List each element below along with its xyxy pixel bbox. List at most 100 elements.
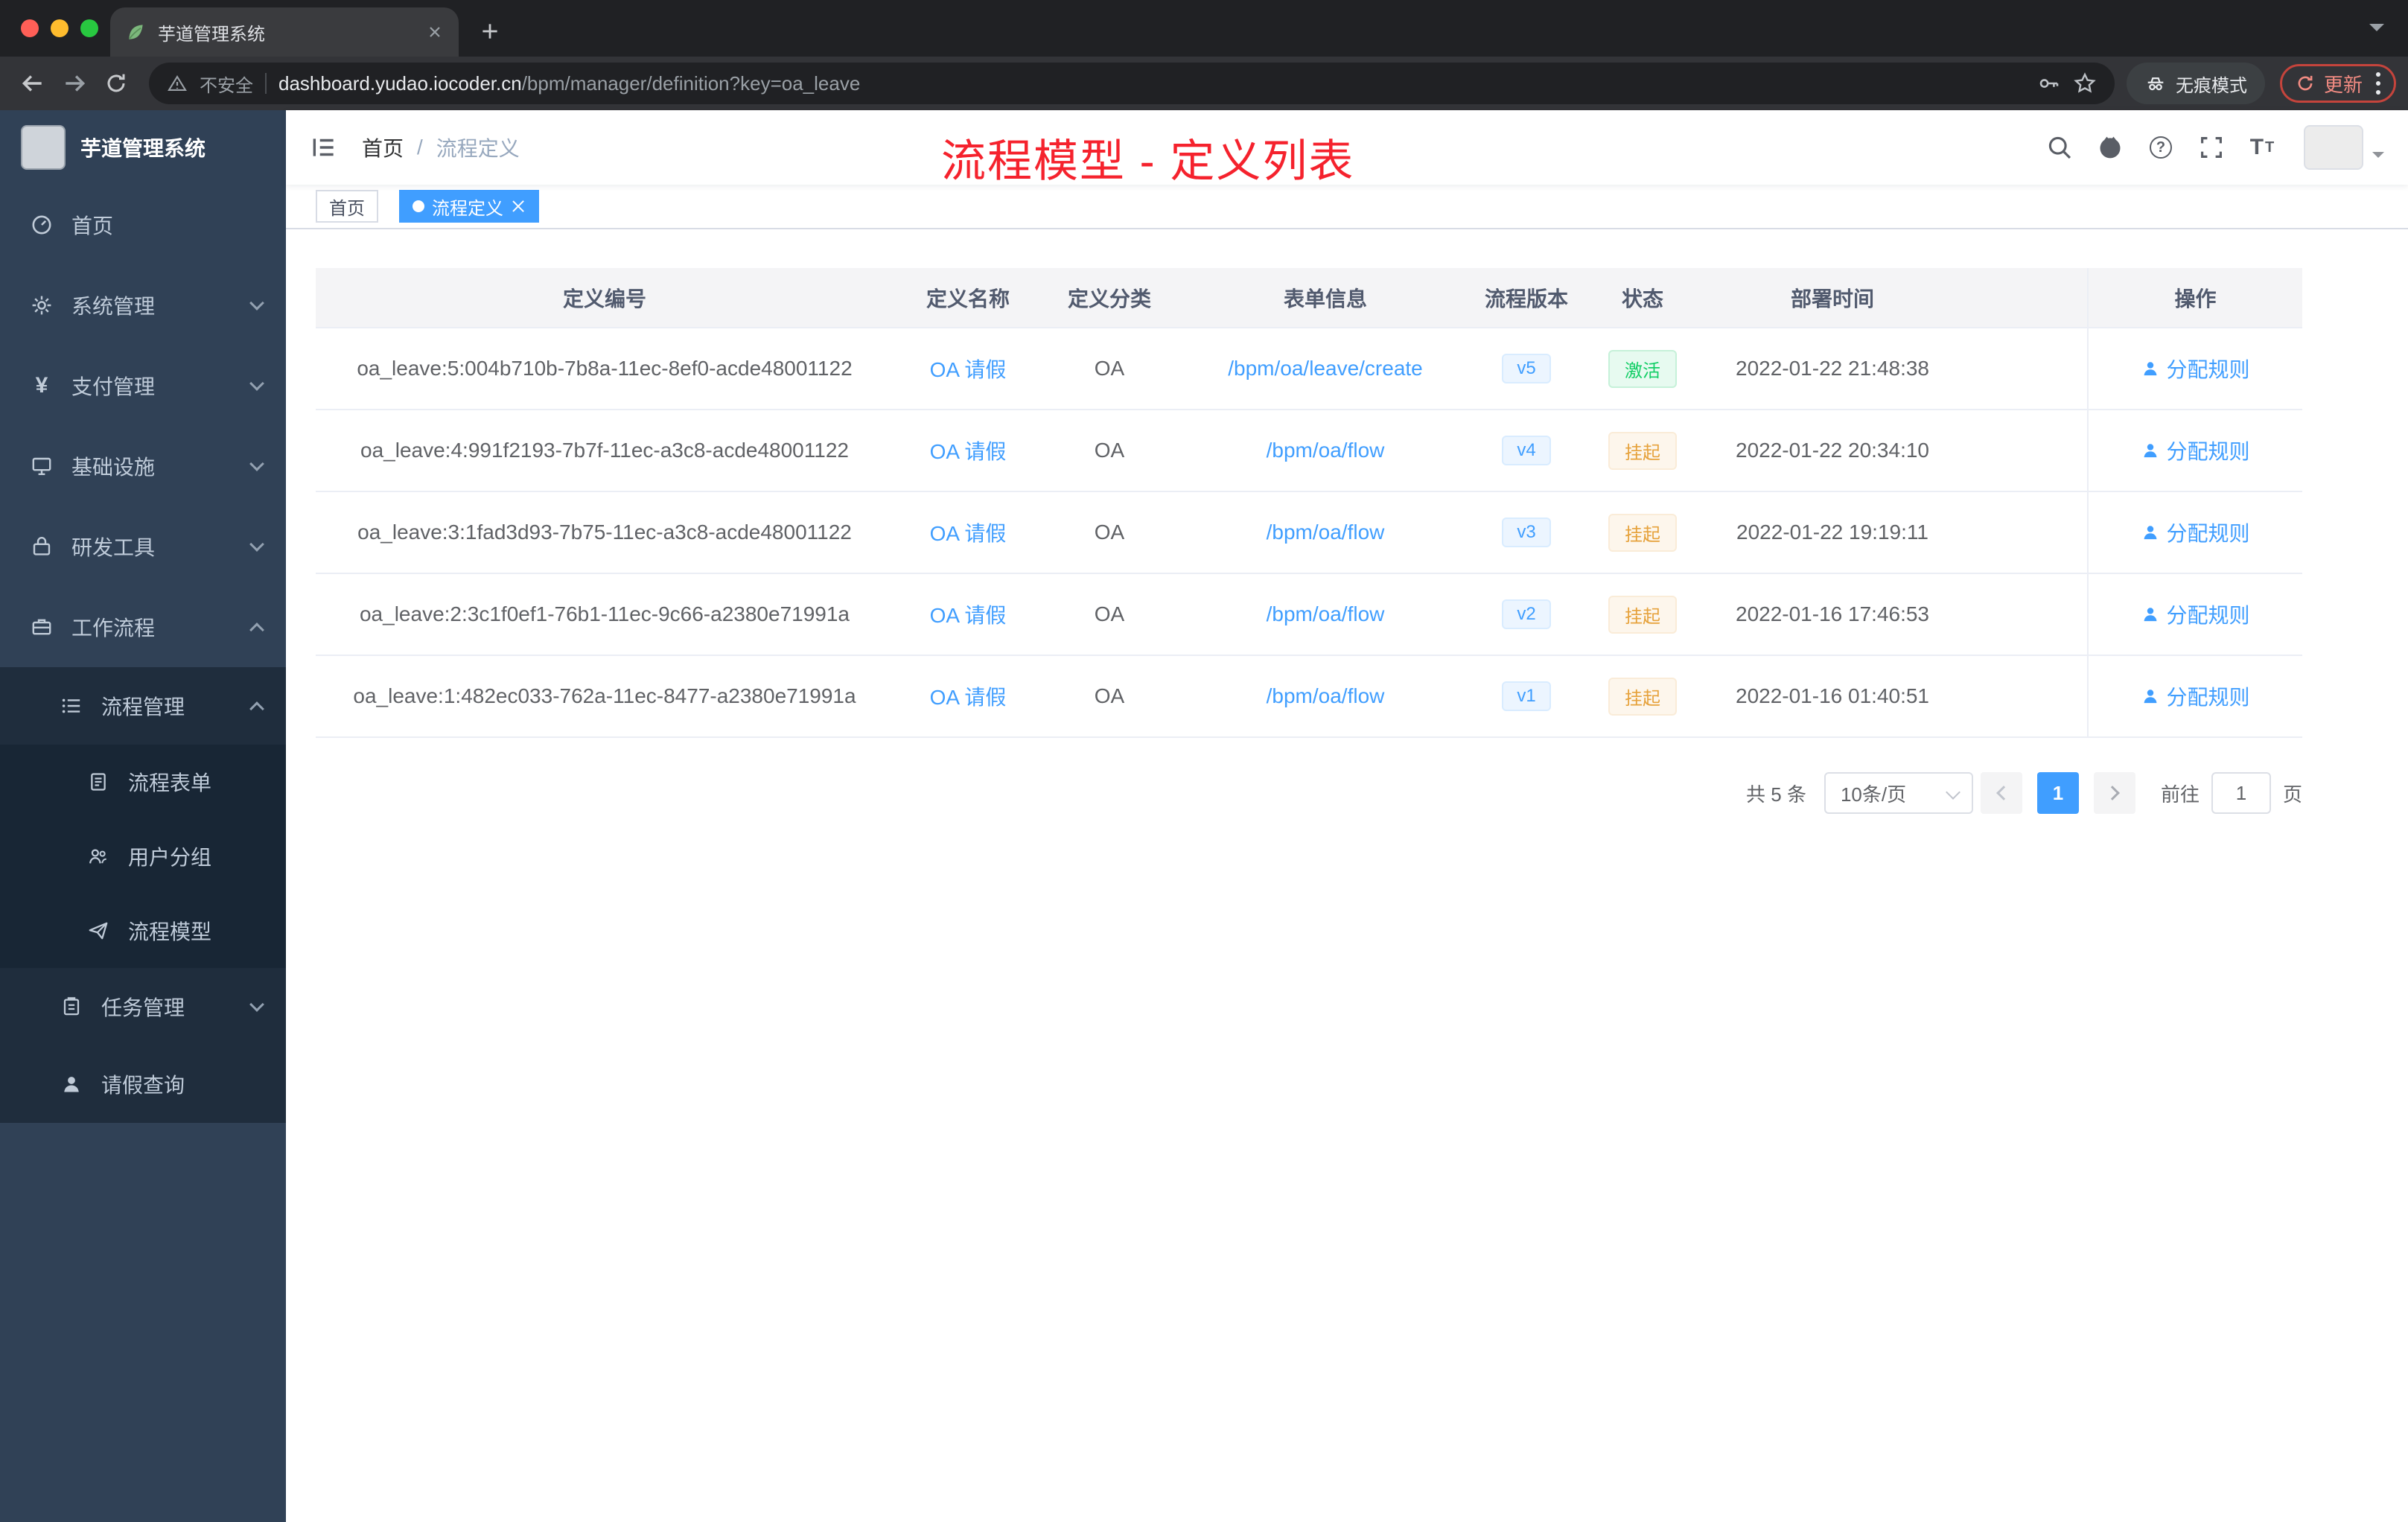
definition-name-link[interactable]: OA 请假	[930, 522, 1007, 545]
assign-rule-link[interactable]: 分配规则	[2141, 436, 2250, 465]
form-link[interactable]: /bpm/oa/flow	[1267, 684, 1385, 707]
version-badge: v5	[1502, 354, 1551, 383]
col-form: 表单信息	[1176, 268, 1474, 328]
table-row: oa_leave:4:991f2193-7b7f-11ec-a3c8-acde4…	[316, 410, 2302, 492]
sidebar-item-payment[interactable]: 支付管理	[0, 346, 286, 426]
chevron-up-icon	[249, 623, 264, 637]
maximize-window-button[interactable]	[80, 19, 98, 37]
sidebar-item-leave-query[interactable]: 请假查询	[0, 1045, 286, 1123]
sidebar-item-devtools[interactable]: 研发工具	[0, 506, 286, 587]
chevron-down-icon	[249, 537, 264, 552]
col-status: 状态	[1579, 268, 1707, 328]
assign-rule-link[interactable]: 分配规则	[2141, 518, 2250, 547]
col-id: 定义编号	[316, 268, 894, 328]
definition-name-link[interactable]: OA 请假	[930, 686, 1007, 709]
sidebar-item-infrastructure[interactable]: 基础设施	[0, 426, 286, 506]
sidebar: 芋道管理系统 首页 系统管理 支付管理 基础设施 研发工具 工作流	[0, 110, 286, 1522]
tab-close-icon[interactable]	[426, 23, 444, 41]
sidebar-item-process-form[interactable]: 流程表单	[0, 745, 286, 819]
sidebar-item-process-model[interactable]: 流程模型	[0, 894, 286, 968]
table-row: oa_leave:2:3c1f0ef1-76b1-11ec-9c66-a2380…	[316, 573, 2302, 656]
browser-tab[interactable]: 芋道管理系统	[110, 7, 459, 57]
fullscreen-icon[interactable]	[2191, 125, 2232, 170]
tag-home[interactable]: 首页	[316, 190, 378, 223]
github-icon[interactable]	[2089, 125, 2131, 170]
form-link[interactable]: /bpm/oa/flow	[1267, 520, 1385, 544]
assign-rule-link[interactable]: 分配规则	[2141, 599, 2250, 629]
incognito-label: 无痕模式	[2175, 75, 2247, 96]
cell-id: oa_leave:1:482ec033-762a-11ec-8477-a2380…	[316, 655, 894, 738]
minimize-window-button[interactable]	[51, 19, 69, 37]
update-refresh-icon	[2296, 74, 2315, 93]
workflow-submenu: 流程管理 流程表单 用户分组 流程模型 任务管理 请假查询	[0, 667, 286, 1123]
definition-name-link[interactable]: OA 请假	[930, 358, 1007, 381]
browser-menu-dots-icon[interactable]	[2376, 70, 2380, 97]
breadcrumb: 首页 / 流程定义	[362, 133, 520, 162]
reload-icon[interactable]	[95, 63, 137, 104]
password-key-icon[interactable]	[2037, 71, 2061, 95]
prev-page-button[interactable]	[1980, 772, 2022, 814]
bookmark-star-icon[interactable]	[2073, 71, 2097, 95]
dashboard-icon	[30, 213, 54, 237]
url-text[interactable]: dashboard.yudao.iocoder.cn/bpm/manager/d…	[278, 72, 860, 95]
list-icon	[60, 694, 83, 718]
next-page-button[interactable]	[2093, 772, 2135, 814]
assign-rule-link[interactable]: 分配规则	[2141, 354, 2250, 383]
sidebar-item-task-management[interactable]: 任务管理	[0, 968, 286, 1045]
yen-icon	[30, 374, 54, 398]
breadcrumb-home[interactable]: 首页	[362, 133, 404, 162]
goto-label: 前往	[2160, 783, 2200, 806]
sidebar-item-user-group[interactable]: 用户分组	[0, 819, 286, 894]
cell-id: oa_leave:2:3c1f0ef1-76b1-11ec-9c66-a2380…	[316, 573, 894, 656]
forward-icon[interactable]	[54, 63, 95, 104]
tag-process-definition[interactable]: 流程定义	[399, 190, 539, 223]
user-icon	[60, 1072, 83, 1096]
sidebar-item-system[interactable]: 系统管理	[0, 265, 286, 346]
browser-update-button[interactable]: 更新	[2279, 64, 2396, 103]
update-label: 更新	[2323, 73, 2363, 96]
tag-close-icon[interactable]	[511, 199, 526, 214]
font-size-icon[interactable]	[2241, 125, 2283, 170]
back-icon[interactable]	[12, 63, 54, 104]
collapse-sidebar-icon[interactable]	[310, 133, 338, 162]
chevron-down-icon	[249, 376, 264, 391]
sidebar-item-workflow[interactable]: 工作流程	[0, 587, 286, 667]
chevron-down-icon	[249, 997, 264, 1012]
sidebar-item-home[interactable]: 首页	[0, 185, 286, 265]
page-unit-label: 页	[2282, 783, 2302, 806]
version-badge: v4	[1502, 436, 1551, 465]
goto-page-input[interactable]	[2211, 772, 2271, 814]
status-badge: 挂起	[1608, 513, 1677, 552]
tab-search-chevron-icon[interactable]	[2369, 24, 2384, 39]
close-window-button[interactable]	[21, 19, 39, 37]
cell-time: 2022-01-16 17:46:53	[1707, 573, 1958, 656]
security-label[interactable]: 不安全	[200, 71, 253, 97]
table-row: oa_leave:3:1fad3d93-7b75-11ec-a3c8-acde4…	[316, 491, 2302, 574]
definition-name-link[interactable]: OA 请假	[930, 440, 1007, 463]
status-badge: 挂起	[1608, 677, 1677, 716]
window-controls	[21, 19, 98, 37]
browser-toolbar: 不安全 dashboard.yudao.iocoder.cn/bpm/manag…	[0, 57, 2408, 110]
search-icon[interactable]	[2039, 125, 2080, 170]
logo-image	[21, 125, 66, 170]
url-domain: dashboard.yudao.iocoder.cn	[278, 71, 522, 95]
address-bar[interactable]: 不安全 dashboard.yudao.iocoder.cn/bpm/manag…	[149, 63, 2115, 104]
form-link[interactable]: /bpm/oa/flow	[1267, 602, 1385, 625]
col-category: 定义分类	[1042, 268, 1176, 328]
app-header: 首页 / 流程定义	[286, 110, 2408, 185]
help-icon[interactable]	[2140, 125, 2182, 170]
form-link[interactable]: /bpm/oa/flow	[1267, 439, 1385, 462]
lock-icon	[30, 535, 54, 558]
sidebar-item-process-management[interactable]: 流程管理	[0, 667, 286, 745]
avatar[interactable]	[2304, 125, 2363, 170]
definition-name-link[interactable]: OA 请假	[930, 604, 1007, 627]
page-number-current[interactable]: 1	[2036, 772, 2079, 814]
tab-title: 芋道管理系统	[158, 24, 265, 45]
page-size-select[interactable]: 10条/页	[1823, 772, 1973, 814]
form-link[interactable]: /bpm/oa/leave/create	[1228, 357, 1423, 380]
favicon-leaf-icon	[125, 22, 146, 42]
new-tab-button[interactable]	[471, 12, 509, 51]
chevron-down-icon	[249, 296, 264, 311]
avatar-caret-down-icon[interactable]	[2372, 152, 2384, 164]
assign-rule-link[interactable]: 分配规则	[2141, 681, 2250, 711]
